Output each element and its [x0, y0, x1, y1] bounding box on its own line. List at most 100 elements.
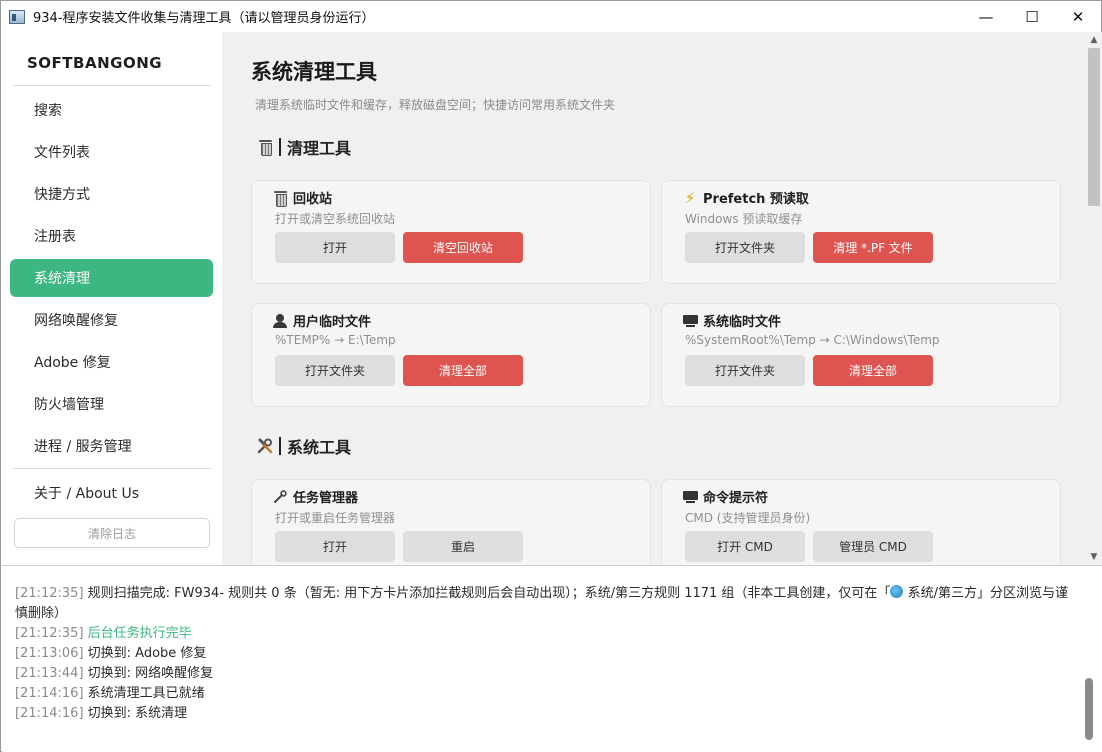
log-timestamp: [21:12:35] [15, 626, 84, 641]
sidebar-item-firewall[interactable]: 防火墙管理 [10, 385, 213, 423]
sidebar: SOFTBANGONG 搜索 文件列表 快捷方式 注册表 系统清理 网络唤醒修复… [1, 32, 222, 565]
divider [279, 437, 281, 455]
card-description: Windows 预读取缓存 [685, 212, 803, 226]
log-scrollbar[interactable] [1082, 566, 1102, 752]
clean-system-temp-button[interactable]: 清理全部 [813, 355, 933, 386]
card-description: CMD (支持管理员身份) [685, 511, 811, 525]
card-description: 打开或清空系统回收站 [275, 212, 396, 226]
log-timestamp: [21:13:06] [15, 646, 84, 661]
trash-icon [257, 139, 273, 156]
section-title: 清理工具 [287, 139, 352, 158]
card-title: 回收站 [272, 188, 332, 207]
divider [13, 468, 211, 469]
log-panel: [21:12:35] 规则扫描完成: FW934- 规则共 0 条（暂无: 用下… [2, 565, 1102, 752]
scroll-down-arrow-icon[interactable]: ▼ [1086, 549, 1102, 565]
log-timestamp: [21:14:16] [15, 706, 84, 721]
card-title-text: 命令提示符 [703, 491, 769, 506]
section-header-clean-tools: 清理工具 [257, 135, 351, 159]
admin-cmd-button[interactable]: 管理员 CMD [813, 531, 933, 562]
trash-icon [272, 190, 288, 207]
card-title-text: 用户临时文件 [293, 315, 372, 330]
card-description: %TEMP% → E:\Temp [275, 333, 396, 347]
log-timestamp: [21:12:35] [15, 586, 84, 601]
log-line: [21:14:16] 切换到: 系统清理 [15, 704, 1077, 724]
sidebar-item-system-clean[interactable]: 系统清理 [10, 259, 213, 297]
open-recycle-bin-button[interactable]: 打开 [275, 232, 395, 263]
card-title-text: 回收站 [293, 192, 333, 207]
globe-icon [890, 585, 904, 598]
open-task-manager-button[interactable]: 打开 [275, 531, 395, 562]
log-line: [21:12:35] 规则扫描完成: FW934- 规则共 0 条（暂无: 用下… [15, 584, 1077, 624]
scrollbar-thumb[interactable] [1088, 48, 1100, 206]
tools-icon [257, 438, 273, 454]
maximize-button[interactable]: ☐ [1009, 1, 1055, 32]
card-title: 任务管理器 [272, 487, 358, 506]
log-message: 规则扫描完成: FW934- 规则共 0 条（暂无: 用下方卡片添加拦截规则后会… [87, 586, 891, 601]
open-cmd-button[interactable]: 打开 CMD [685, 531, 805, 562]
main-scrollbar[interactable]: ▲ ▼ [1086, 32, 1102, 565]
log-scrollbar-thumb[interactable] [1085, 678, 1093, 740]
open-system-temp-folder-button[interactable]: 打开文件夹 [685, 355, 805, 386]
sidebar-item-registry[interactable]: 注册表 [10, 217, 213, 255]
section-title: 系统工具 [287, 438, 352, 457]
app-window: 934-程序安装文件收集与清理工具（请以管理员身份运行） — ☐ ✕ SOFTB… [0, 0, 1102, 752]
main-content: 系统清理工具 清理系统临时文件和缓存，释放磁盘空间；快捷访问常用系统文件夹 清理… [222, 32, 1086, 565]
section-header-system-tools: 系统工具 [257, 434, 351, 458]
app-icon [9, 9, 25, 24]
log-line: [21:13:06] 切换到: Adobe 修复 [15, 644, 1077, 664]
card-title-text: 系统临时文件 [703, 315, 782, 330]
empty-recycle-bin-button[interactable]: 清空回收站 [403, 232, 523, 263]
monitor-icon [682, 489, 698, 505]
divider [279, 138, 281, 156]
divider [13, 85, 211, 86]
card-recycle-bin: 回收站 打开或清空系统回收站 打开 清空回收站 [251, 180, 651, 284]
sidebar-item-search[interactable]: 搜索 [10, 91, 213, 129]
page-subtitle: 清理系统临时文件和缓存，释放磁盘空间；快捷访问常用系统文件夹 [255, 98, 616, 112]
card-title-text: Prefetch 预读取 [703, 192, 809, 207]
sidebar-item-file-list[interactable]: 文件列表 [10, 133, 213, 171]
wrench-icon [272, 489, 288, 505]
log-message: 切换到: 系统清理 [87, 706, 188, 721]
sidebar-item-about[interactable]: 关于 / About Us [10, 474, 213, 512]
card-prefetch: ⚡ Prefetch 预读取 Windows 预读取缓存 打开文件夹 清理 *.… [661, 180, 1061, 284]
log-message: 切换到: 网络唤醒修复 [87, 666, 214, 681]
clean-pf-files-button[interactable]: 清理 *.PF 文件 [813, 232, 933, 263]
close-button[interactable]: ✕ [1055, 1, 1101, 32]
sidebar-item-shortcuts[interactable]: 快捷方式 [10, 175, 213, 213]
log-line: [21:14:16] 系统清理工具已就绪 [15, 684, 1077, 704]
user-icon [272, 313, 288, 329]
scroll-up-arrow-icon[interactable]: ▲ [1086, 32, 1102, 48]
clean-user-temp-button[interactable]: 清理全部 [403, 355, 523, 386]
sidebar-item-wake-on-lan[interactable]: 网络唤醒修复 [10, 301, 213, 339]
log-timestamp: [21:14:16] [15, 686, 84, 701]
title-bar: 934-程序安装文件收集与清理工具（请以管理员身份运行） — ☐ ✕ [1, 1, 1101, 32]
page-title: 系统清理工具 [251, 60, 377, 84]
window-title: 934-程序安装文件收集与清理工具（请以管理员身份运行） [33, 11, 375, 26]
card-task-manager: 任务管理器 打开或重启任务管理器 打开 重启 [251, 479, 651, 565]
card-title: 用户临时文件 [272, 311, 371, 330]
card-user-temp: 用户临时文件 %TEMP% → E:\Temp 打开文件夹 清理全部 [251, 303, 651, 407]
open-prefetch-folder-button[interactable]: 打开文件夹 [685, 232, 805, 263]
restart-task-manager-button[interactable]: 重启 [403, 531, 523, 562]
window-controls: — ☐ ✕ [963, 1, 1101, 32]
log-timestamp: [21:13:44] [15, 666, 84, 681]
card-description: %SystemRoot%\Temp → C:\Windows\Temp [685, 333, 940, 347]
log-line: [21:12:35] 后台任务执行完毕 [15, 624, 1077, 644]
card-title-text: 任务管理器 [293, 491, 359, 506]
card-command-prompt: 命令提示符 CMD (支持管理员身份) 打开 CMD 管理员 CMD [661, 479, 1061, 565]
log-line-partial [15, 566, 19, 573]
minimize-button[interactable]: — [963, 1, 1009, 32]
card-title: 命令提示符 [682, 487, 768, 506]
clear-log-button[interactable]: 清除日志 [14, 518, 210, 548]
card-description: 打开或重启任务管理器 [275, 511, 396, 525]
monitor-icon [682, 313, 698, 329]
log-message: 切换到: Adobe 修复 [87, 646, 207, 661]
log-message: 后台任务执行完毕 [87, 626, 192, 641]
open-user-temp-folder-button[interactable]: 打开文件夹 [275, 355, 395, 386]
lightning-icon: ⚡ [684, 188, 696, 207]
sidebar-item-adobe-fix[interactable]: Adobe 修复 [10, 343, 213, 381]
log-message: 系统清理工具已就绪 [87, 686, 205, 701]
sidebar-item-process-service[interactable]: 进程 / 服务管理 [10, 427, 213, 465]
brand-logo-text: SOFTBANGONG [27, 54, 163, 72]
card-title: ⚡ Prefetch 预读取 [682, 188, 809, 208]
